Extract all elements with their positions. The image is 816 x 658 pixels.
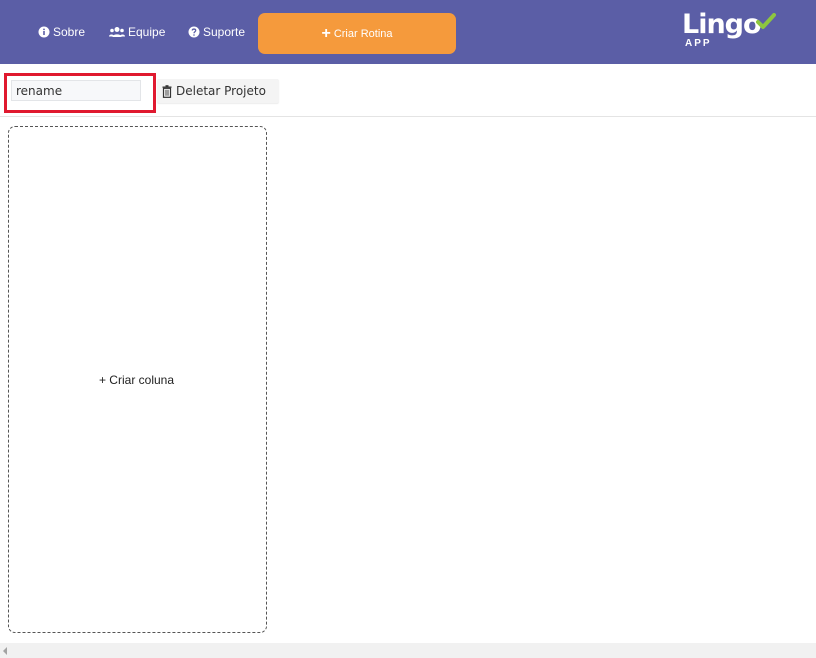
logo-text: Lingo bbox=[682, 9, 762, 40]
plus-icon: + bbox=[321, 24, 331, 42]
delete-project-label: Deletar Projeto bbox=[176, 84, 266, 98]
project-toolbar: Deletar Projeto bbox=[0, 64, 816, 117]
users-icon bbox=[109, 27, 125, 37]
info-circle-icon bbox=[38, 26, 50, 38]
create-routine-button[interactable]: + Criar Rotina bbox=[258, 13, 456, 54]
checkmark-icon bbox=[756, 13, 776, 29]
create-column-button[interactable]: + Criar coluna bbox=[8, 126, 267, 633]
delete-project-button[interactable]: Deletar Projeto bbox=[157, 79, 279, 103]
logo-sub: APP bbox=[685, 38, 712, 49]
nav-about-label: Sobre bbox=[53, 25, 86, 39]
top-navbar: Sobre Equipe Suporte + Criar Rotina Ling… bbox=[0, 0, 816, 64]
scroll-left-arrow-icon[interactable] bbox=[3, 647, 7, 655]
lingo-app-logo: Lingo APP bbox=[682, 9, 782, 51]
nav-about-link[interactable]: Sobre bbox=[38, 22, 85, 42]
nav-support-label: Suporte bbox=[203, 25, 246, 39]
question-circle-icon bbox=[188, 26, 200, 38]
horizontal-scrollbar[interactable] bbox=[0, 643, 816, 658]
create-routine-label: Criar Rotina bbox=[333, 27, 393, 40]
create-column-label: + Criar coluna bbox=[98, 372, 175, 387]
nav-team-label: Equipe bbox=[128, 25, 166, 39]
nav-support-link[interactable]: Suporte bbox=[188, 22, 245, 42]
project-name-input[interactable] bbox=[11, 80, 141, 101]
trash-icon bbox=[162, 84, 172, 98]
nav-team-link[interactable]: Equipe bbox=[109, 22, 165, 42]
